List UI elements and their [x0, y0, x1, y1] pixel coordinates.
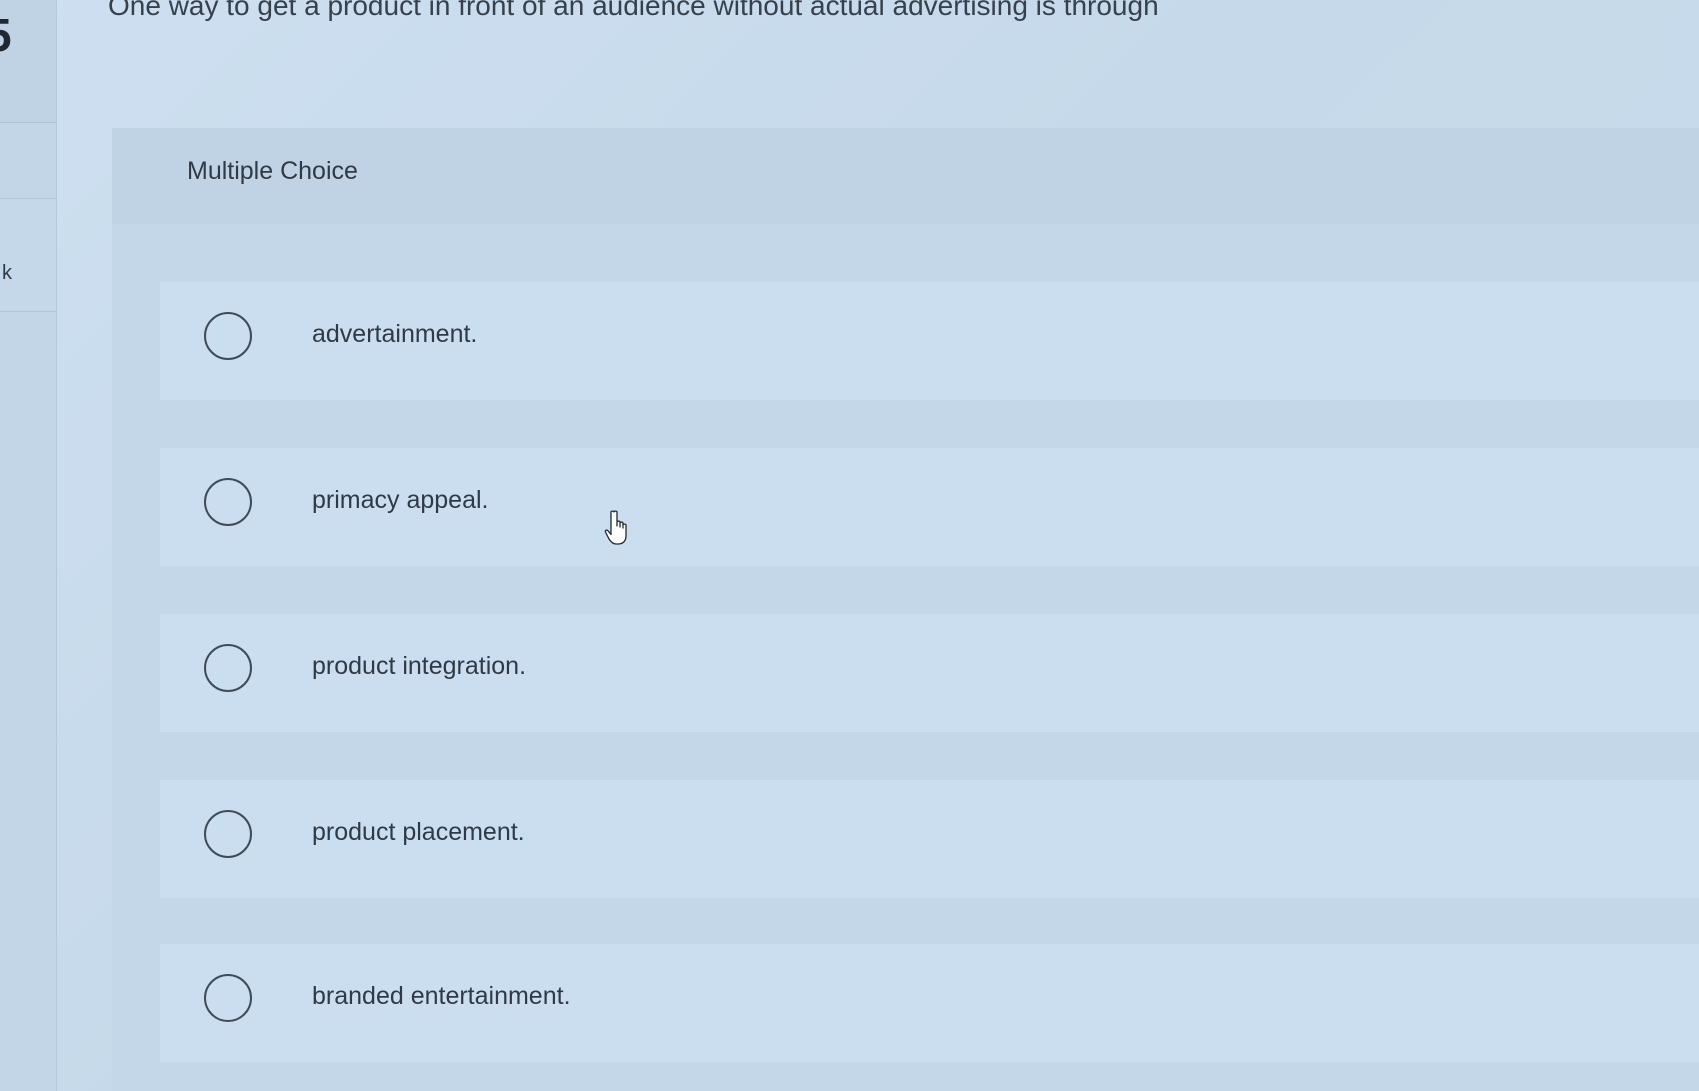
radio-circle-icon[interactable] — [204, 644, 252, 692]
answer-option-label: primacy appeal. — [312, 486, 489, 514]
question-number: 5 — [0, 8, 12, 62]
quiz-page: 5 k One way to get a product in front of… — [0, 0, 1699, 1091]
radio-circle-icon[interactable] — [204, 478, 252, 526]
answer-option-4[interactable]: product placement. — [160, 780, 1699, 898]
answer-option-2[interactable]: primacy appeal. — [160, 448, 1699, 566]
rail-partial-label: k — [2, 262, 12, 284]
answer-option-label: advertainment. — [312, 320, 478, 348]
answer-option-label: branded entertainment. — [312, 982, 571, 1010]
answer-option-5[interactable]: branded entertainment. — [160, 944, 1699, 1062]
rail-side-button[interactable] — [0, 198, 56, 312]
radio-circle-icon[interactable] — [204, 810, 252, 858]
question-type-label: Multiple Choice — [187, 157, 358, 185]
question-prompt: One way to get a product in front of an … — [108, 0, 1159, 21]
answer-options: advertainment. primacy appeal. product i… — [160, 282, 1699, 1091]
answer-option-label: product integration. — [312, 652, 527, 680]
left-rail: 5 k — [0, 0, 57, 1091]
answer-option-3[interactable]: product integration. — [160, 614, 1699, 732]
question-number-box: 5 — [0, 0, 56, 123]
answer-option-label: product placement. — [312, 818, 525, 846]
radio-circle-icon[interactable] — [204, 974, 252, 1022]
answer-option-1[interactable]: advertainment. — [160, 282, 1699, 400]
radio-circle-icon[interactable] — [204, 312, 252, 360]
hand-pointer-icon — [604, 510, 627, 545]
